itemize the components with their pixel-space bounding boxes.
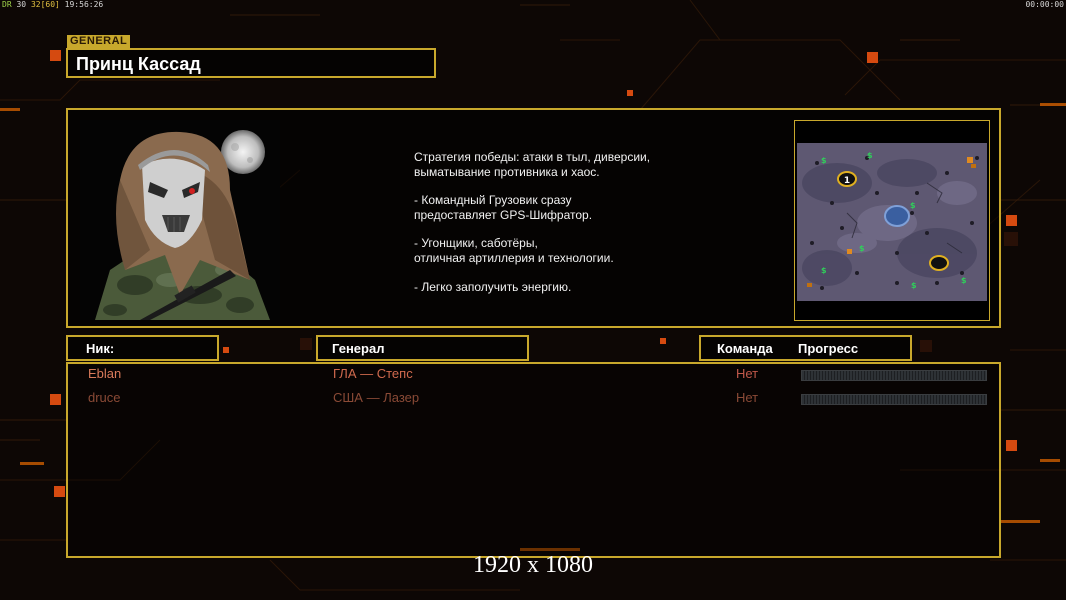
- general-description: Стратегия победы: атаки в тыл, диверсии,…: [414, 150, 754, 308]
- svg-text:$: $: [961, 276, 967, 285]
- svg-text:$: $: [910, 201, 916, 210]
- player-progress-bar: [801, 370, 987, 381]
- column-team-label: Команда: [717, 341, 773, 356]
- svg-text:$: $: [867, 151, 873, 160]
- general-portrait: [80, 120, 280, 320]
- player-nick: druce: [88, 390, 121, 405]
- resolution-label: 1920 x 1080: [473, 552, 593, 578]
- description-line: - Командный Грузовик сразу предоставляет…: [414, 193, 593, 222]
- description-line: Стратегия победы: атаки в тыл, диверсии,…: [414, 150, 651, 179]
- column-general-header: Генерал: [316, 335, 529, 361]
- portrait-image: [80, 120, 280, 320]
- player-team: Нет: [736, 366, 759, 381]
- player-row: druce США — Лазер Нет: [68, 390, 999, 410]
- svg-text:$: $: [821, 266, 827, 275]
- general-name: Принц Кассад: [76, 54, 201, 74]
- player-general: США — Лазер: [333, 390, 420, 405]
- minimap: 1 $ $ $ $ $ $ $: [797, 143, 987, 301]
- player-row: Eblan ГЛА — Степс Нет: [68, 366, 999, 386]
- svg-text:$: $: [911, 281, 917, 290]
- game-timer: 00:00:00: [1025, 0, 1064, 9]
- column-nick-header: Ник:: [66, 335, 219, 361]
- general-tag: GENERAL: [67, 35, 131, 48]
- column-team-progress-header: Команда Прогресс: [699, 335, 912, 361]
- player-nick: Eblan: [88, 366, 122, 381]
- player-progress-bar: [801, 394, 987, 405]
- svg-text:$: $: [821, 156, 827, 165]
- map-preview[interactable]: 1 $ $ $ $ $ $ $: [794, 120, 990, 321]
- description-line: - Угонщики, саботёры, отличная артиллери…: [414, 236, 614, 265]
- player-general: ГЛА — Степс: [333, 366, 413, 381]
- column-progress-label: Прогресс: [798, 341, 859, 356]
- general-title-box: Принц Кассад: [66, 48, 436, 78]
- fps-counter: DR 30 32[60] 19:56:26: [2, 0, 104, 9]
- players-list: Eblan ГЛА — Степс Нет druce США — Лазер …: [66, 362, 1001, 558]
- description-line: - Легко заполучить энергию.: [414, 279, 572, 294]
- start-position-marker[interactable]: 1: [844, 176, 850, 186]
- general-info-panel: Стратегия победы: атаки в тыл, диверсии,…: [66, 108, 1001, 328]
- player-team: Нет: [736, 390, 759, 405]
- svg-text:$: $: [859, 244, 865, 253]
